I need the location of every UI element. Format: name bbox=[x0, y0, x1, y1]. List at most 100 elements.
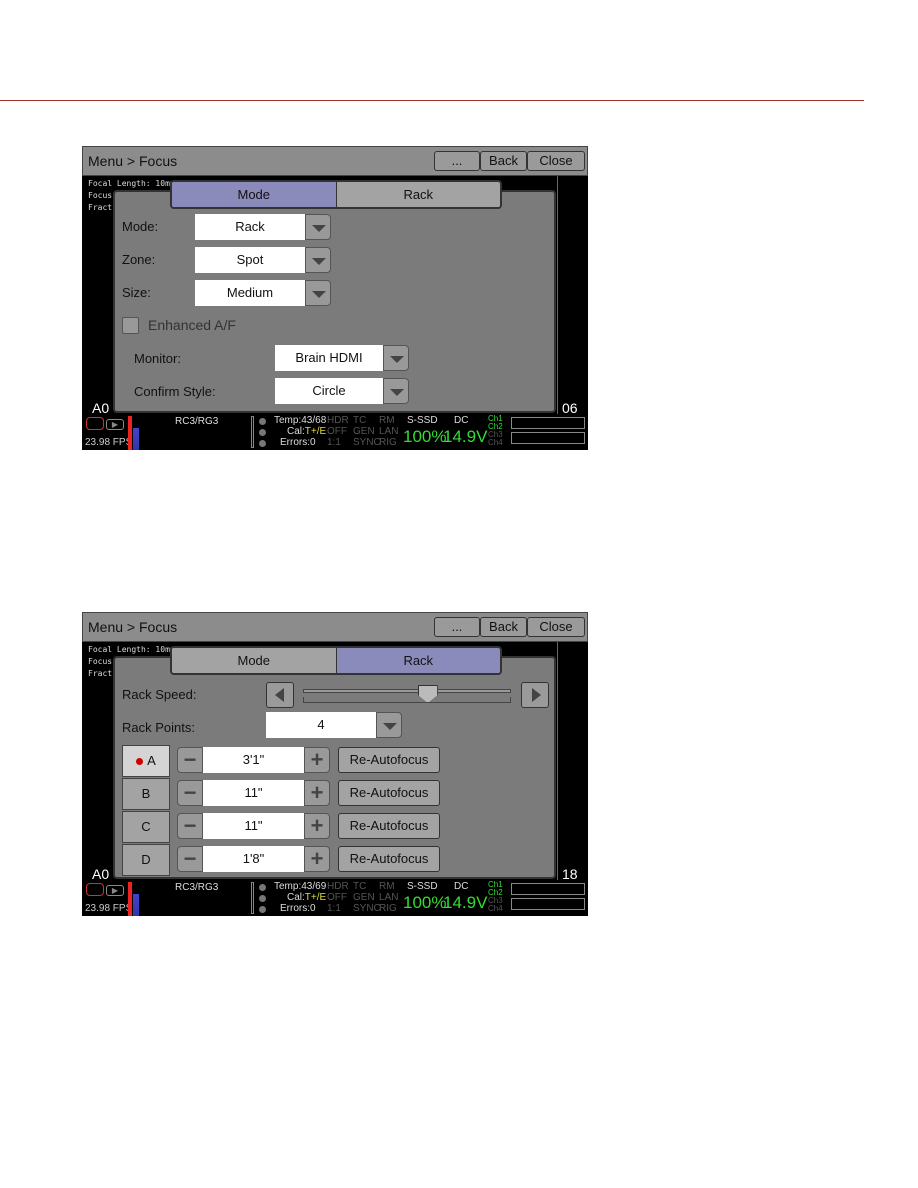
header-rule bbox=[0, 100, 864, 101]
field-dropdown-value: Medium bbox=[195, 280, 305, 306]
tab-rack[interactable]: Rack bbox=[335, 648, 500, 673]
field-dropdown[interactable]: Medium bbox=[195, 280, 331, 306]
sub-field-label: Monitor: bbox=[134, 351, 181, 366]
minus-button[interactable]: − bbox=[177, 747, 203, 773]
point-name: A bbox=[147, 753, 156, 768]
status-bar: ▶ 23.98 FPS RC3/RG3 Temp:43/69 Cal:T+/E … bbox=[82, 880, 588, 916]
chevron-down-icon[interactable] bbox=[305, 214, 331, 240]
tab-mode[interactable]: Mode bbox=[172, 182, 336, 207]
point-distance[interactable]: 11" bbox=[203, 813, 304, 839]
close-button[interactable]: Close bbox=[527, 617, 585, 637]
arrow-left-icon bbox=[275, 688, 284, 702]
chevron-down-icon[interactable] bbox=[305, 280, 331, 306]
look-label: RC3/RG3 bbox=[175, 882, 219, 893]
increase-speed-button[interactable] bbox=[521, 682, 549, 708]
decrease-speed-button[interactable] bbox=[266, 682, 294, 708]
tc-status: GEN bbox=[353, 892, 375, 903]
back-button[interactable]: Back bbox=[480, 151, 527, 171]
tab-mode[interactable]: Mode bbox=[172, 648, 336, 673]
rack-point-b[interactable]: B bbox=[122, 778, 170, 810]
tc-status: GEN bbox=[353, 426, 375, 437]
play-icon[interactable]: ▶ bbox=[106, 885, 124, 896]
hdr-status: HDR bbox=[327, 881, 349, 892]
enhanced-af-checkbox[interactable] bbox=[122, 317, 139, 334]
rack-points-label: Rack Points: bbox=[122, 720, 195, 735]
plus-button[interactable]: + bbox=[304, 813, 330, 839]
chevron-down-icon[interactable] bbox=[383, 345, 409, 371]
chevron-down-icon[interactable] bbox=[305, 247, 331, 273]
re-autofocus-button[interactable]: Re-Autofocus bbox=[338, 747, 440, 773]
field-label: Size: bbox=[122, 285, 151, 300]
rack-point-d[interactable]: D bbox=[122, 844, 170, 876]
camera-icon bbox=[86, 883, 104, 896]
more-button[interactable]: ... bbox=[434, 617, 480, 637]
media-percent: 100% bbox=[403, 893, 447, 912]
hdr-status: OFF bbox=[327, 892, 347, 903]
re-autofocus-button[interactable]: Re-Autofocus bbox=[338, 813, 440, 839]
field-dropdown[interactable]: Spot bbox=[195, 247, 331, 273]
sub-field-dropdown-value: Brain HDMI bbox=[275, 345, 383, 371]
more-button[interactable]: ... bbox=[434, 151, 480, 171]
back-button[interactable]: Back bbox=[480, 617, 527, 637]
rm-status: LAN bbox=[379, 892, 399, 903]
temp-readout: Temp:43/69 bbox=[274, 881, 327, 892]
field-label: Zone: bbox=[122, 252, 156, 267]
minus-button[interactable]: − bbox=[177, 780, 203, 806]
minus-button[interactable]: − bbox=[177, 846, 203, 872]
fps-readout: 23.98 FPS bbox=[85, 437, 133, 448]
errors-readout: Errors:0 bbox=[280, 437, 316, 448]
tab-bar: Mode Rack bbox=[170, 646, 502, 675]
tc-status: TC bbox=[353, 881, 367, 892]
minus-button[interactable]: − bbox=[177, 813, 203, 839]
re-autofocus-button[interactable]: Re-Autofocus bbox=[338, 780, 440, 806]
power-label: DC bbox=[454, 415, 469, 426]
plus-button[interactable]: + bbox=[304, 780, 330, 806]
sub-field-dropdown[interactable]: Circle bbox=[275, 378, 409, 404]
focus-rack-screenshot: Menu > Focus ... Back Close Focal Length… bbox=[82, 612, 588, 916]
rack-point-a[interactable]: A bbox=[122, 745, 170, 777]
plus-button[interactable]: + bbox=[304, 846, 330, 872]
look-label: RC3/RG3 bbox=[175, 416, 219, 427]
cal-label: Cal: bbox=[287, 426, 305, 437]
overlay-focus: Focus bbox=[88, 191, 113, 200]
point-distance[interactable]: 3'1" bbox=[203, 747, 304, 773]
status-bar: ▶ 23.98 FPS RC3/RG3 Temp:43/68 Cal:T+/E … bbox=[82, 414, 588, 450]
overlay-focal-length: Focal Length: 10mm bbox=[88, 179, 175, 188]
tab-rack[interactable]: Rack bbox=[335, 182, 500, 207]
media-percent: 100% bbox=[403, 427, 447, 446]
histogram bbox=[128, 416, 132, 450]
rack-point-c[interactable]: C bbox=[122, 811, 170, 843]
re-autofocus-button[interactable]: Re-Autofocus bbox=[338, 846, 440, 872]
point-name: D bbox=[141, 852, 151, 867]
close-button[interactable]: Close bbox=[527, 151, 585, 171]
field-dropdown-value: Rack bbox=[195, 214, 305, 240]
hdr-status: 1:1 bbox=[327, 437, 341, 448]
rm-status: RIG bbox=[379, 437, 397, 448]
rack-speed-slider[interactable] bbox=[303, 685, 511, 705]
hdr-status: OFF bbox=[327, 426, 347, 437]
rm-status: RM bbox=[379, 881, 395, 892]
enhanced-af-label: Enhanced A/F bbox=[148, 317, 236, 333]
rack-points-dropdown-value: 4 bbox=[266, 712, 376, 738]
chevron-down-icon[interactable] bbox=[383, 378, 409, 404]
audio-meter bbox=[511, 417, 585, 429]
sub-field-label: Confirm Style: bbox=[134, 384, 216, 399]
rm-status: RM bbox=[379, 415, 395, 426]
sub-field-dropdown[interactable]: Brain HDMI bbox=[275, 345, 409, 371]
tab-bar: Mode Rack bbox=[170, 180, 502, 209]
audio-channel: Ch4 bbox=[488, 904, 503, 913]
chevron-down-icon[interactable] bbox=[376, 712, 402, 738]
plus-button[interactable]: + bbox=[304, 747, 330, 773]
rack-points-dropdown[interactable]: 4 bbox=[266, 712, 402, 738]
media-label: S-SSD bbox=[407, 415, 438, 426]
overlay-focus: Focus bbox=[88, 657, 113, 666]
audio-meter bbox=[511, 432, 585, 444]
point-distance[interactable]: 1'8" bbox=[203, 846, 304, 872]
play-icon[interactable]: ▶ bbox=[106, 419, 124, 430]
tc-status: SYNC bbox=[353, 903, 381, 914]
point-distance[interactable]: 11" bbox=[203, 780, 304, 806]
field-dropdown[interactable]: Rack bbox=[195, 214, 331, 240]
voltage-readout: 14.9V bbox=[443, 427, 488, 446]
breadcrumb: Menu > Focus bbox=[88, 619, 178, 635]
histogram bbox=[128, 882, 132, 916]
